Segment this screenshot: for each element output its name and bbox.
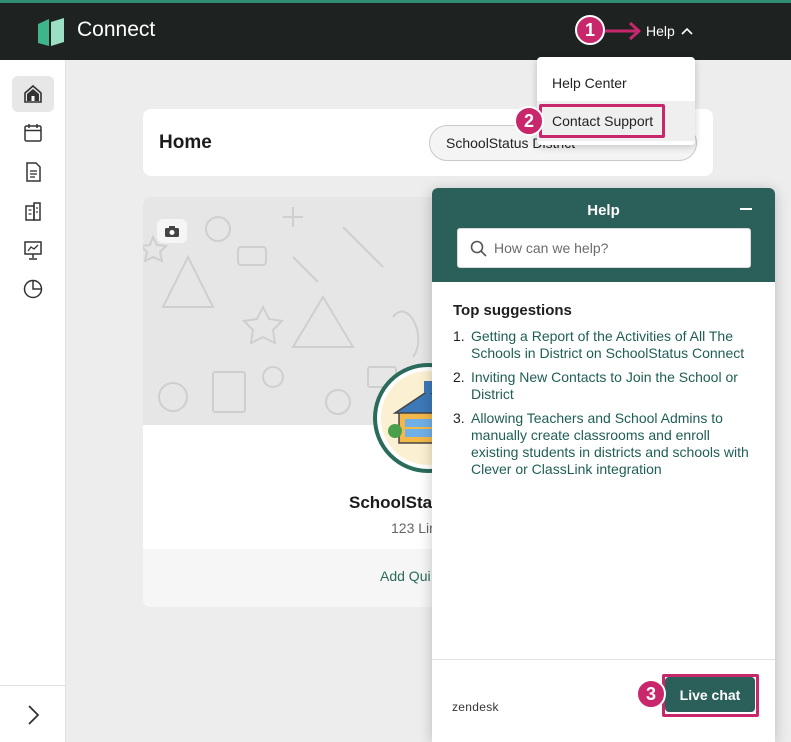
sidebar-item-presentations[interactable]: [12, 232, 54, 268]
step-badge-2: 2: [514, 106, 544, 136]
add-quick-link[interactable]: Add Qui: [380, 568, 431, 584]
footer-divider: [432, 659, 775, 660]
list-number: 3.: [453, 410, 465, 426]
school-card: SchoolStatu 123 Lin Add Qui: [143, 197, 443, 607]
school-name: SchoolStatu: [349, 493, 443, 512]
sidebar-divider: [0, 685, 66, 686]
card-footer: Add Qui: [143, 549, 443, 607]
step-badge-3: 3: [636, 679, 666, 709]
presentation-icon: [24, 241, 42, 260]
page-title: Home: [159, 132, 212, 153]
camera-icon: [165, 225, 179, 237]
pie-chart-icon: [23, 279, 43, 299]
sidebar: [0, 60, 66, 742]
suggestion-link[interactable]: Inviting New Contacts to Join the School…: [471, 369, 758, 403]
pointer-arrow: [604, 21, 641, 41]
menu-item-help-center[interactable]: Help Center: [537, 60, 695, 100]
suggestions-title: Top suggestions: [453, 302, 572, 319]
home-icon: [24, 84, 42, 103]
list-number: 1.: [453, 328, 465, 344]
school-address: 123 Lin: [391, 520, 437, 536]
suggestion-link[interactable]: Allowing Teachers and School Admins to m…: [471, 410, 758, 478]
list-item: 3. Allowing Teachers and School Admins t…: [453, 410, 758, 478]
sidebar-item-calendar[interactable]: [12, 115, 54, 151]
top-bar: Connect Help: [0, 0, 791, 60]
buildings-icon: [25, 202, 41, 221]
search-icon: [470, 240, 487, 257]
change-cover-button[interactable]: [157, 219, 187, 243]
help-search-input[interactable]: [494, 237, 734, 259]
connect-logo-icon: [38, 18, 64, 46]
help-widget-title: Help: [587, 202, 620, 219]
list-item: 1. Getting a Report of the Activities of…: [453, 328, 758, 362]
help-search-box: [457, 228, 751, 268]
live-chat-highlight: [662, 674, 759, 717]
sidebar-item-reports[interactable]: [12, 271, 54, 307]
document-icon: [26, 162, 41, 182]
help-widget-header: Help: [432, 188, 775, 282]
calendar-icon: [24, 124, 42, 142]
minimize-icon[interactable]: [738, 201, 754, 217]
zendesk-branding[interactable]: zendesk: [452, 700, 499, 714]
contact-support-highlight: [539, 104, 665, 138]
chevron-right-icon[interactable]: [22, 703, 44, 727]
sidebar-item-home[interactable]: [12, 76, 54, 112]
help-widget: Help Top suggestions 1. Getting a Report…: [432, 188, 775, 742]
help-menu-label: Help: [646, 23, 675, 39]
sidebar-item-documents[interactable]: [12, 154, 54, 190]
sidebar-item-schools[interactable]: [12, 193, 54, 229]
list-number: 2.: [453, 369, 465, 385]
suggestion-link[interactable]: Getting a Report of the Activities of Al…: [471, 328, 758, 362]
help-menu-button[interactable]: Help: [646, 23, 693, 39]
app-title: Connect: [77, 18, 156, 41]
suggestions-list: 1. Getting a Report of the Activities of…: [453, 328, 758, 485]
step-badge-1: 1: [575, 15, 605, 45]
chevron-up-icon: [681, 27, 693, 35]
list-item: 2. Inviting New Contacts to Join the Sch…: [453, 369, 758, 403]
